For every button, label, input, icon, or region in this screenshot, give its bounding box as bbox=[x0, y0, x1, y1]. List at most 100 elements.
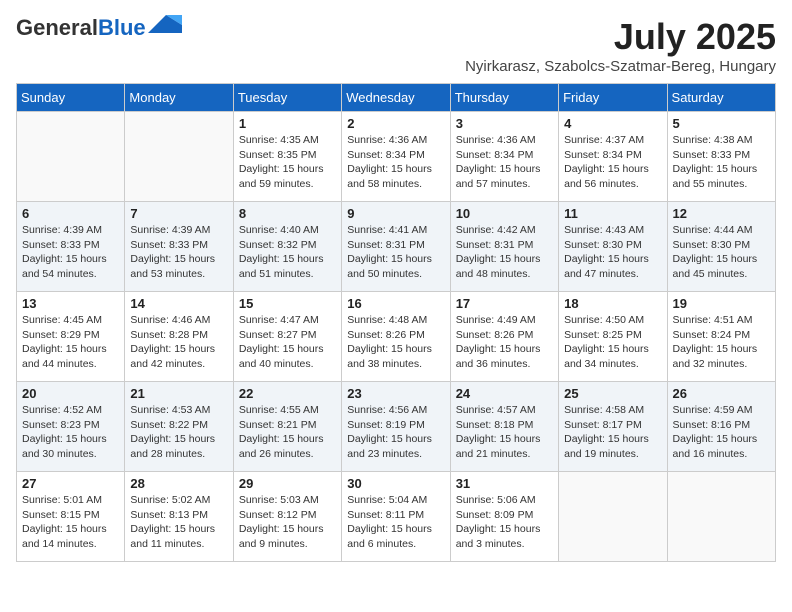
day-info: Sunrise: 4:46 AMSunset: 8:28 PMDaylight:… bbox=[130, 313, 227, 372]
day-number: 31 bbox=[456, 476, 553, 491]
calendar-cell: 30Sunrise: 5:04 AMSunset: 8:11 PMDayligh… bbox=[342, 472, 450, 562]
calendar-cell: 8 Sunrise: 4:40 AMSunset: 8:32 PMDaylight… bbox=[233, 202, 341, 292]
day-number: 23 bbox=[347, 386, 444, 401]
day-info: Sunrise: 4:48 AMSunset: 8:26 PMDaylight:… bbox=[347, 313, 444, 372]
calendar-cell: 9Sunrise: 4:41 AMSunset: 8:31 PMDaylight… bbox=[342, 202, 450, 292]
day-number: 12 bbox=[673, 206, 770, 221]
calendar-cell: 31 Sunrise: 5:06 AMSunset: 8:09 PMDayligh… bbox=[450, 472, 558, 562]
calendar-cell bbox=[667, 472, 775, 562]
day-info: Sunrise: 4:37 AMSunset: 8:34 PMDaylight:… bbox=[564, 133, 661, 192]
weekday-header-row: SundayMondayTuesdayWednesdayThursdayFrid… bbox=[17, 84, 776, 112]
day-number: 6 bbox=[22, 206, 119, 221]
calendar-cell: 2 Sunrise: 4:36 AMSunset: 8:34 PMDaylight… bbox=[342, 112, 450, 202]
calendar-cell: 19 Sunrise: 4:51 AMSunset: 8:24 PMDayligh… bbox=[667, 292, 775, 382]
calendar-cell: 13 Sunrise: 4:45 AMSunset: 8:29 PMDayligh… bbox=[17, 292, 125, 382]
calendar-cell: 5Sunrise: 4:38 AMSunset: 8:33 PMDaylight… bbox=[667, 112, 775, 202]
day-number: 5 bbox=[673, 116, 770, 131]
logo: GeneralBlue bbox=[16, 16, 182, 40]
day-info: Sunrise: 4:36 AMSunset: 8:34 PMDaylight:… bbox=[347, 133, 444, 192]
calendar-week-row: 20Sunrise: 4:52 AMSunset: 8:23 PMDayligh… bbox=[17, 382, 776, 472]
day-number: 3 bbox=[456, 116, 553, 131]
day-number: 11 bbox=[564, 206, 661, 221]
day-number: 19 bbox=[673, 296, 770, 311]
day-info: Sunrise: 4:45 AMSunset: 8:29 PMDaylight:… bbox=[22, 313, 119, 372]
day-info: Sunrise: 4:57 AMSunset: 8:18 PMDaylight:… bbox=[456, 403, 553, 462]
weekday-header-thursday: Thursday bbox=[450, 84, 558, 112]
day-info: Sunrise: 4:51 AMSunset: 8:24 PMDaylight:… bbox=[673, 313, 770, 372]
calendar-cell bbox=[17, 112, 125, 202]
day-info: Sunrise: 4:44 AMSunset: 8:30 PMDaylight:… bbox=[673, 223, 770, 282]
calendar-cell: 18 Sunrise: 4:50 AMSunset: 8:25 PMDayligh… bbox=[559, 292, 667, 382]
day-number: 13 bbox=[22, 296, 119, 311]
weekday-header-sunday: Sunday bbox=[17, 84, 125, 112]
calendar-cell: 17 Sunrise: 4:49 AMSunset: 8:26 PMDayligh… bbox=[450, 292, 558, 382]
title-section: July 2025 Nyirkarasz, Szabolcs-Szatmar-B… bbox=[465, 16, 776, 75]
calendar-cell: 25 Sunrise: 4:58 AMSunset: 8:17 PMDayligh… bbox=[559, 382, 667, 472]
calendar-week-row: 1 Sunrise: 4:35 AMSunset: 8:35 PMDaylight… bbox=[17, 112, 776, 202]
calendar-cell: 11 Sunrise: 4:43 AMSunset: 8:30 PMDayligh… bbox=[559, 202, 667, 292]
calendar-cell: 29Sunrise: 5:03 AMSunset: 8:12 PMDayligh… bbox=[233, 472, 341, 562]
day-info: Sunrise: 4:58 AMSunset: 8:17 PMDaylight:… bbox=[564, 403, 661, 462]
weekday-header-friday: Friday bbox=[559, 84, 667, 112]
calendar-cell: 12 Sunrise: 4:44 AMSunset: 8:30 PMDayligh… bbox=[667, 202, 775, 292]
weekday-header-tuesday: Tuesday bbox=[233, 84, 341, 112]
day-info: Sunrise: 4:39 AMSunset: 8:33 PMDaylight:… bbox=[130, 223, 227, 282]
day-number: 22 bbox=[239, 386, 336, 401]
logo-blue: Blue bbox=[98, 15, 146, 40]
calendar-cell: 27Sunrise: 5:01 AMSunset: 8:15 PMDayligh… bbox=[17, 472, 125, 562]
day-info: Sunrise: 5:01 AMSunset: 8:15 PMDaylight:… bbox=[22, 493, 119, 552]
day-number: 10 bbox=[456, 206, 553, 221]
day-info: Sunrise: 4:43 AMSunset: 8:30 PMDaylight:… bbox=[564, 223, 661, 282]
calendar-cell: 3 Sunrise: 4:36 AMSunset: 8:34 PMDaylight… bbox=[450, 112, 558, 202]
calendar-cell: 24Sunrise: 4:57 AMSunset: 8:18 PMDayligh… bbox=[450, 382, 558, 472]
day-number: 15 bbox=[239, 296, 336, 311]
day-number: 18 bbox=[564, 296, 661, 311]
day-info: Sunrise: 4:59 AMSunset: 8:16 PMDaylight:… bbox=[673, 403, 770, 462]
day-info: Sunrise: 4:35 AMSunset: 8:35 PMDaylight:… bbox=[239, 133, 336, 192]
day-number: 2 bbox=[347, 116, 444, 131]
day-number: 17 bbox=[456, 296, 553, 311]
calendar-week-row: 6 Sunrise: 4:39 AMSunset: 8:33 PMDaylight… bbox=[17, 202, 776, 292]
calendar-week-row: 13 Sunrise: 4:45 AMSunset: 8:29 PMDayligh… bbox=[17, 292, 776, 382]
day-info: Sunrise: 4:49 AMSunset: 8:26 PMDaylight:… bbox=[456, 313, 553, 372]
day-info: Sunrise: 4:36 AMSunset: 8:34 PMDaylight:… bbox=[456, 133, 553, 192]
calendar-cell: 10Sunrise: 4:42 AMSunset: 8:31 PMDayligh… bbox=[450, 202, 558, 292]
day-info: Sunrise: 4:56 AMSunset: 8:19 PMDaylight:… bbox=[347, 403, 444, 462]
day-info: Sunrise: 4:53 AMSunset: 8:22 PMDaylight:… bbox=[130, 403, 227, 462]
calendar-cell: 1 Sunrise: 4:35 AMSunset: 8:35 PMDaylight… bbox=[233, 112, 341, 202]
day-number: 30 bbox=[347, 476, 444, 491]
logo-text: GeneralBlue bbox=[16, 16, 146, 40]
day-number: 8 bbox=[239, 206, 336, 221]
day-number: 14 bbox=[130, 296, 227, 311]
day-info: Sunrise: 4:55 AMSunset: 8:21 PMDaylight:… bbox=[239, 403, 336, 462]
calendar-week-row: 27Sunrise: 5:01 AMSunset: 8:15 PMDayligh… bbox=[17, 472, 776, 562]
day-info: Sunrise: 4:40 AMSunset: 8:32 PMDaylight:… bbox=[239, 223, 336, 282]
calendar-cell: 23 Sunrise: 4:56 AMSunset: 8:19 PMDayligh… bbox=[342, 382, 450, 472]
calendar-table: SundayMondayTuesdayWednesdayThursdayFrid… bbox=[16, 83, 776, 562]
day-info: Sunrise: 4:41 AMSunset: 8:31 PMDaylight:… bbox=[347, 223, 444, 282]
day-number: 21 bbox=[130, 386, 227, 401]
calendar-cell: 16 Sunrise: 4:48 AMSunset: 8:26 PMDayligh… bbox=[342, 292, 450, 382]
calendar-cell: 7Sunrise: 4:39 AMSunset: 8:33 PMDaylight… bbox=[125, 202, 233, 292]
calendar-cell: 21 Sunrise: 4:53 AMSunset: 8:22 PMDayligh… bbox=[125, 382, 233, 472]
calendar-cell: 15Sunrise: 4:47 AMSunset: 8:27 PMDayligh… bbox=[233, 292, 341, 382]
day-number: 25 bbox=[564, 386, 661, 401]
month-year-title: July 2025 bbox=[465, 16, 776, 58]
calendar-cell: 28Sunrise: 5:02 AMSunset: 8:13 PMDayligh… bbox=[125, 472, 233, 562]
day-info: Sunrise: 5:02 AMSunset: 8:13 PMDaylight:… bbox=[130, 493, 227, 552]
day-info: Sunrise: 5:03 AMSunset: 8:12 PMDaylight:… bbox=[239, 493, 336, 552]
calendar-cell bbox=[125, 112, 233, 202]
calendar-cell: 26 Sunrise: 4:59 AMSunset: 8:16 PMDayligh… bbox=[667, 382, 775, 472]
calendar-cell: 6Sunrise: 4:39 AMSunset: 8:33 PMDaylight… bbox=[17, 202, 125, 292]
day-info: Sunrise: 4:50 AMSunset: 8:25 PMDaylight:… bbox=[564, 313, 661, 372]
day-number: 1 bbox=[239, 116, 336, 131]
day-info: Sunrise: 4:52 AMSunset: 8:23 PMDaylight:… bbox=[22, 403, 119, 462]
day-info: Sunrise: 5:06 AMSunset: 8:09 PMDaylight:… bbox=[456, 493, 553, 552]
calendar-cell bbox=[559, 472, 667, 562]
calendar-cell: 4Sunrise: 4:37 AMSunset: 8:34 PMDaylight… bbox=[559, 112, 667, 202]
logo-icon bbox=[148, 15, 182, 37]
calendar-cell: 14 Sunrise: 4:46 AMSunset: 8:28 PMDayligh… bbox=[125, 292, 233, 382]
weekday-header-monday: Monday bbox=[125, 84, 233, 112]
day-number: 16 bbox=[347, 296, 444, 311]
day-number: 26 bbox=[673, 386, 770, 401]
